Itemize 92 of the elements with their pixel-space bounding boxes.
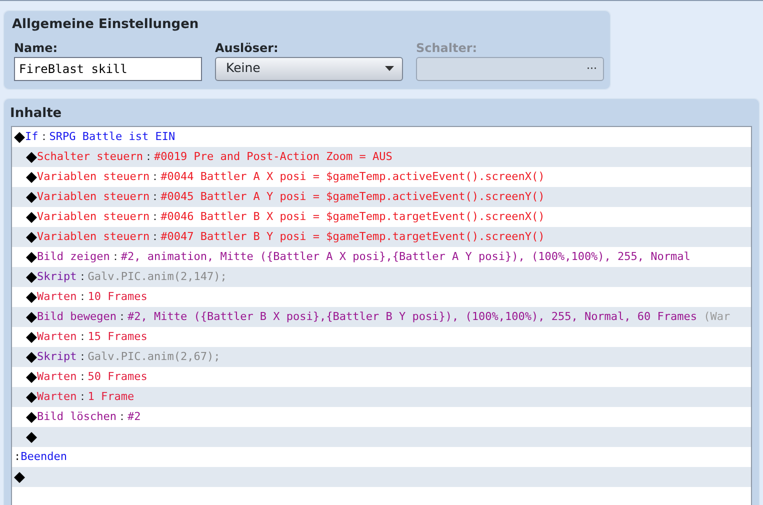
command-row[interactable]: Variablen steuern：#0047 Battler B Y posi = $gameTemp.targetEvent().screenY() (12, 227, 751, 247)
command-row[interactable]: Variablen steuern：#0045 Battler A Y posi = $gameTemp.activeEvent().screenY() (12, 187, 751, 207)
command-name: If (25, 129, 38, 145)
command-name: Bild bewegen (37, 309, 116, 325)
diamond-icon (26, 392, 37, 402)
command-params: 50 Frames (88, 369, 148, 385)
caret-icon (385, 66, 394, 71)
command-row[interactable]: Bild zeigen：#2, animation, Mitte ({Battler A X posi},{Battler A Y posi}), (100%,100%), 255, Normal (12, 247, 751, 267)
command-params: Galv.PIC.anim(2,147); (88, 269, 227, 285)
diamond-icon (26, 152, 37, 162)
dropdown-value: Keine (226, 59, 260, 78)
diamond-icon (26, 212, 37, 222)
command-params: Galv.PIC.anim(2,67); (88, 349, 220, 365)
field-label: Auslöser: (215, 40, 280, 56)
command-name: Variablen steuern (37, 189, 150, 205)
command-name: Variablen steuern (37, 209, 150, 225)
command-row[interactable]: Schalter steuern：#0019 Pre and Post-Action Zoom = AUS (12, 147, 751, 167)
diamond-icon (26, 272, 37, 282)
diamond-icon (26, 332, 37, 342)
command-params: #2, animation, Mitte ({Battler A X posi},{Battler A Y posi}), (100%,100%), 255, Normal (120, 249, 690, 265)
command-row[interactable]: Warten：1 Frame (12, 387, 751, 407)
diamond-icon (14, 472, 25, 482)
separator-text: ： (150, 209, 161, 225)
panel-title: Inhalte (9, 104, 63, 122)
command-name: Skript (37, 269, 77, 285)
command-name: Schalter steuern (37, 149, 143, 165)
command-params: #0044 Battler A X posi = $gameTemp.activeEvent().screenX() (160, 169, 545, 185)
panel-title: Allgemeine Einstellungen (12, 16, 200, 34)
command-params: #0019 Pre and Post-Action Zoom = AUS (154, 149, 392, 165)
command-row[interactable] (12, 427, 751, 447)
name-field[interactable]: FireBlast skill (14, 56, 202, 80)
separator-text: ： (150, 189, 161, 205)
command-name: Warten (37, 389, 77, 405)
separator-text: ： (110, 249, 121, 265)
command-name: Beenden (20, 449, 67, 465)
diamond-icon (26, 232, 37, 242)
command-name: Bild löschen (37, 409, 116, 425)
field-label: Schalter: (416, 40, 478, 56)
separator-text: ： (150, 229, 161, 245)
separator-text: ： (76, 369, 88, 385)
command-params: 15 Frames (88, 329, 148, 345)
separator-text: ： (76, 389, 88, 405)
diamond-icon (26, 292, 37, 302)
comment-text: (War (704, 309, 730, 325)
command-row[interactable]: Skript：Galv.PIC.anim(2,67); (12, 347, 751, 367)
command-row[interactable]: Variablen steuern：#0046 Battler B X posi = $gameTemp.targetEvent().screenX() (12, 207, 751, 227)
command-params: #2, Mitte ({Battler B X posi},{Battler B Y posi}), (100%,100%), 255, Normal, 60 Frames (127, 309, 698, 325)
command-params: #0045 Battler A Y posi = $gameTemp.activeEvent().screenY() (160, 189, 545, 205)
diamond-icon (26, 412, 37, 422)
separator-text: ： (76, 289, 88, 305)
command-params: 1 Frame (88, 389, 134, 405)
command-name: Warten (37, 369, 77, 385)
command-name: Warten (37, 289, 77, 305)
separator-text: ： (116, 409, 128, 425)
diamond-icon (26, 172, 37, 182)
separator-text: ： (76, 329, 88, 345)
command-row[interactable]: Skript：Galv.PIC.anim(2,147); (12, 267, 751, 287)
separator-text: : (14, 449, 21, 465)
separator-text: ： (38, 129, 50, 145)
diamond-icon (26, 352, 37, 362)
command-row[interactable]: :Beenden (12, 447, 751, 467)
command-params: SRPG Battle ist EIN (49, 129, 176, 145)
command-name: Variablen steuern (37, 169, 150, 185)
command-row[interactable]: If：SRPG Battle ist EIN (12, 127, 751, 147)
command-name: Variablen steuern (37, 229, 150, 245)
command-name: Warten (37, 329, 77, 345)
command-name: Bild zeigen (37, 249, 110, 265)
separator-text: ： (116, 309, 128, 325)
command-row[interactable]: Warten：15 Frames (12, 327, 751, 347)
diamond-icon (26, 432, 37, 442)
diamond-icon (26, 192, 37, 202)
command-row[interactable] (12, 467, 751, 487)
command-row[interactable]: Bild bewegen：#2, Mitte ({Battler B X posi},{Battler B Y posi}), (100%,100%), 255, Normal, 60 Frames (War (12, 307, 751, 327)
separator-text: ： (76, 349, 88, 365)
command-row[interactable]: Warten：50 Frames (12, 367, 751, 387)
diamond-icon (26, 372, 37, 382)
command-row[interactable]: Bild löschen：#2 (12, 407, 751, 427)
command-params: #0046 Battler B X posi = $gameTemp.targetEvent().screenX() (160, 209, 545, 225)
command-name: Skript (37, 349, 77, 365)
command-params: #2 (127, 409, 141, 425)
command-row[interactable]: Variablen steuern：#0044 Battler A X posi = $gameTemp.activeEvent().screenX() (12, 167, 751, 187)
trigger-dropdown[interactable]: Keine (215, 56, 403, 80)
diamond-icon (26, 252, 37, 262)
field-label: Name: (14, 40, 59, 56)
diamond-icon (26, 312, 37, 322)
command-params: #0047 Battler B Y posi = $gameTemp.targetEvent().screenY() (160, 229, 545, 245)
command-params: 10 Frames (88, 289, 148, 305)
separator-text: ： (142, 149, 154, 165)
diamond-icon (14, 132, 25, 142)
separator-text: ： (76, 269, 88, 285)
command-row[interactable]: Warten：10 Frames (12, 287, 751, 307)
separator-text: ： (150, 169, 161, 185)
